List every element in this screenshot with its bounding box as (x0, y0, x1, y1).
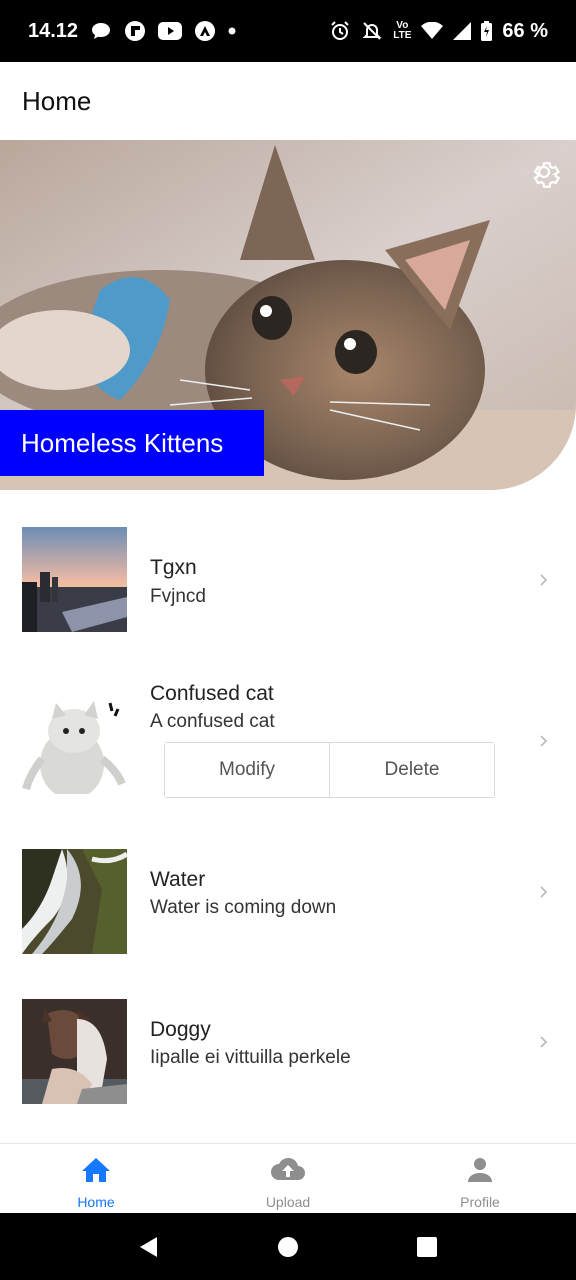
volte-icon: Vo LTE (393, 21, 411, 41)
dog-photo (22, 999, 127, 1104)
hero-banner: Homeless Kittens (0, 140, 576, 490)
battery-percent: 66 % (502, 19, 548, 42)
item-subtitle: A confused cat (150, 711, 275, 732)
modify-button[interactable]: Modify (165, 743, 329, 797)
chevron-right-icon (540, 886, 548, 898)
wifi-icon (421, 22, 444, 40)
tab-upload[interactable]: Upload (192, 1144, 384, 1213)
person-icon (468, 1158, 492, 1182)
settings-button[interactable] (524, 152, 564, 192)
list-item[interactable]: Doggy Iipalle ei vittuilla perkele (0, 980, 576, 1130)
list-item[interactable]: Water Water is coming down (0, 820, 576, 980)
dot-icon (228, 27, 236, 35)
item-title: Tgxn (150, 556, 197, 579)
page-title: Home (22, 85, 92, 116)
bottom-tab-bar: Home Upload Profile (0, 1143, 576, 1213)
item-subtitle: Water is coming down (150, 897, 337, 918)
mute-bell-icon (361, 20, 383, 42)
item-subtitle: Fvjncd (150, 586, 206, 607)
back-triangle-icon (140, 1236, 158, 1257)
cloud-upload-icon (271, 1157, 305, 1180)
tab-upload-label: Upload (265, 1194, 311, 1210)
item-actions: Modify Delete (164, 742, 495, 798)
confused-cat-photo (22, 689, 127, 794)
chat-bubble-icon (90, 21, 112, 41)
home-circle-icon (277, 1236, 298, 1257)
item-title: Confused cat (150, 682, 274, 705)
chevron-right-icon (540, 574, 548, 586)
delete-button[interactable]: Delete (329, 743, 494, 797)
city-sunset-photo (22, 527, 127, 632)
tab-home-label: Home (77, 1194, 115, 1210)
back-button[interactable] (129, 1227, 169, 1267)
tab-home[interactable]: Home (0, 1144, 192, 1213)
status-time: 14.12 (28, 19, 79, 42)
volte-label-bottom: LTE (393, 30, 412, 41)
list-item[interactable]: Tgxn Fvjncd (0, 490, 576, 660)
recents-square-icon (416, 1236, 437, 1257)
chevron-right-icon (540, 735, 548, 747)
waterfall-photo (22, 849, 127, 954)
item-title: Doggy (150, 1018, 211, 1041)
tab-profile-label: Profile (460, 1194, 500, 1210)
signal-icon (453, 22, 472, 40)
status-bar: 14.12 Vo LTE 66 % (0, 0, 576, 62)
youtube-icon (158, 22, 183, 40)
item-title: Water (150, 868, 206, 891)
flipboard-icon (124, 20, 146, 42)
app-header: Home (0, 62, 576, 140)
recents-button[interactable] (407, 1227, 447, 1267)
tab-profile[interactable]: Profile (384, 1144, 576, 1213)
item-subtitle: Iipalle ei vittuilla perkele (150, 1047, 351, 1068)
system-nav-bar (0, 1213, 576, 1280)
alarm-icon (329, 20, 351, 42)
hero-title: Homeless Kittens (0, 410, 264, 476)
chevron-right-icon (540, 1036, 548, 1048)
home-icon (82, 1158, 110, 1182)
battery-icon (481, 21, 493, 41)
home-nav-button[interactable] (268, 1227, 308, 1267)
gear-icon (533, 162, 561, 188)
astro-icon (194, 20, 216, 42)
